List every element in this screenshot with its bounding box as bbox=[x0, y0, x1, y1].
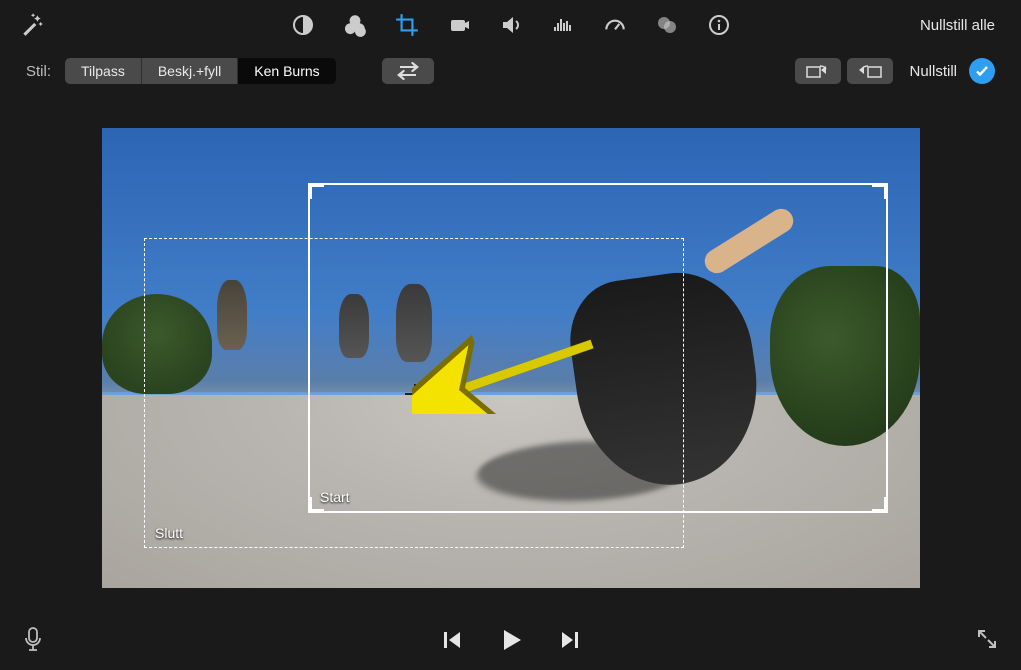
swap-start-end-button[interactable] bbox=[382, 58, 434, 84]
ken-burns-end-label: Slutt bbox=[155, 525, 183, 541]
clip-filter-icon[interactable] bbox=[653, 11, 681, 39]
volume-icon[interactable] bbox=[497, 11, 525, 39]
magic-wand-icon[interactable] bbox=[18, 11, 46, 39]
style-label: Stil: bbox=[26, 63, 51, 80]
rotate-ccw-button[interactable] bbox=[795, 58, 841, 84]
adjustments-toolbar: Nullstill alle bbox=[0, 0, 1021, 50]
voiceover-record-icon[interactable] bbox=[22, 626, 44, 655]
adjustment-icons-group bbox=[289, 11, 733, 39]
preview-viewer[interactable]: Slutt Start bbox=[102, 128, 920, 588]
fullscreen-icon[interactable] bbox=[975, 627, 999, 654]
reset-all-button[interactable]: Nullstill alle bbox=[912, 13, 1003, 38]
ken-burns-start-label: Start bbox=[320, 489, 350, 505]
kb-start-handle-tr[interactable] bbox=[872, 183, 888, 199]
rotate-cw-button[interactable] bbox=[847, 58, 893, 84]
kb-start-handle-br[interactable] bbox=[872, 497, 888, 513]
style-ken-burns-button[interactable]: Ken Burns bbox=[238, 58, 335, 84]
play-button[interactable] bbox=[497, 626, 525, 654]
crop-icon[interactable] bbox=[393, 11, 421, 39]
info-icon[interactable] bbox=[705, 11, 733, 39]
style-crop-fill-button[interactable]: Beskj.+fyll bbox=[142, 58, 238, 84]
kb-start-handle-tl[interactable] bbox=[308, 183, 324, 199]
apply-crop-button[interactable] bbox=[969, 58, 995, 84]
stabilization-icon[interactable] bbox=[445, 11, 473, 39]
style-fit-button[interactable]: Tilpass bbox=[65, 58, 142, 84]
reset-crop-button[interactable]: Nullstill bbox=[909, 63, 957, 80]
previous-frame-button[interactable] bbox=[441, 629, 463, 651]
next-frame-button[interactable] bbox=[559, 629, 581, 651]
color-balance-icon[interactable] bbox=[289, 11, 317, 39]
ken-burns-start-frame[interactable]: Start bbox=[308, 183, 888, 513]
crop-style-segmented-control: Tilpass Beskj.+fyll Ken Burns bbox=[65, 58, 336, 84]
noise-equalizer-icon[interactable] bbox=[549, 11, 577, 39]
crop-options-bar: Stil: Tilpass Beskj.+fyll Ken Burns Null… bbox=[0, 50, 1021, 92]
ken-burns-start-center-cross-icon bbox=[590, 340, 610, 360]
color-correction-icon[interactable] bbox=[341, 11, 369, 39]
playback-controls bbox=[441, 626, 581, 654]
transport-bar bbox=[0, 610, 1021, 670]
speed-icon[interactable] bbox=[601, 11, 629, 39]
